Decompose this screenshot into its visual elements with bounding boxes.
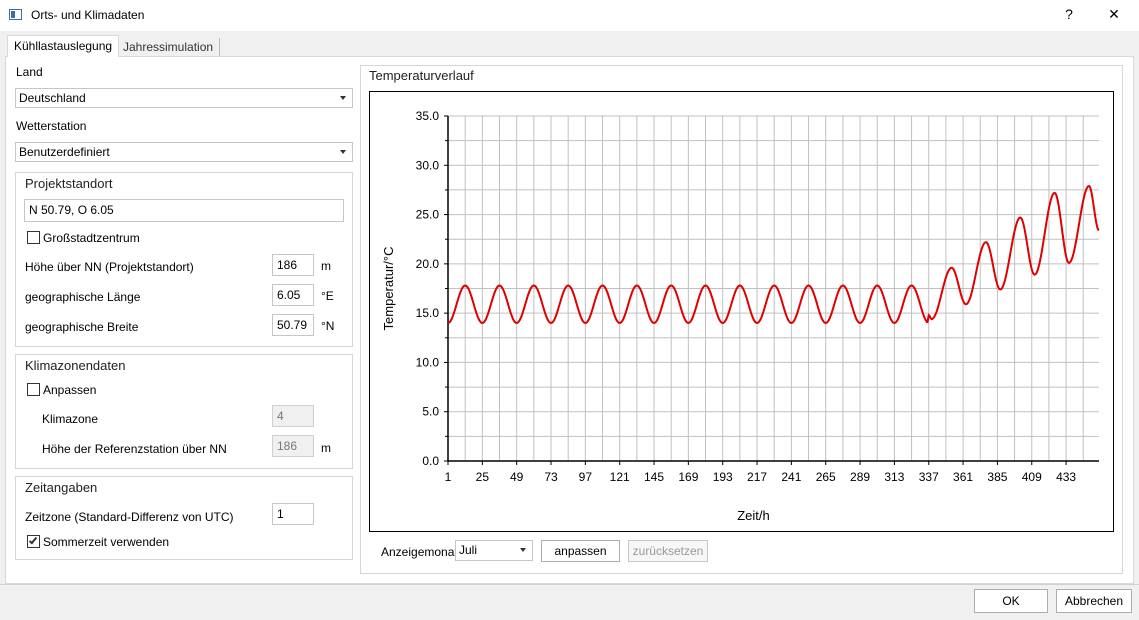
close-icon: ✕ xyxy=(1108,6,1120,22)
anzeigemonat-label: Anzeigemonat xyxy=(381,545,458,559)
y-tick-label: 30.0 xyxy=(416,158,440,172)
grossstadt-checkbox[interactable] xyxy=(27,231,40,244)
coordinates-field[interactable]: N 50.79, O 6.05 xyxy=(24,199,344,222)
temperature-chart-svg: 0.0 5.0 10.0 15.0 20.0 25.0 30.0 35.0 1 25 49 73 97 1… xyxy=(381,109,1100,523)
refhoehe-input[interactable]: 186 xyxy=(272,435,314,457)
x-tick-label: 73 xyxy=(544,470,558,484)
anpassen-button[interactable]: anpassen xyxy=(541,540,620,562)
y-tick-label: 35.0 xyxy=(416,109,440,123)
x-axis-label: Zeit/h xyxy=(737,508,770,523)
laenge-unit: °E xyxy=(321,289,334,303)
temperaturverlauf-title: Temperaturverlauf xyxy=(369,68,474,83)
refhoehe-unit: m xyxy=(321,441,331,455)
hoehe-unit: m xyxy=(321,259,331,273)
wetterstation-select-value: Benutzerdefiniert xyxy=(19,145,110,159)
wetterstation-select[interactable]: Benutzerdefiniert xyxy=(15,142,353,162)
x-tick-label: 241 xyxy=(781,470,801,484)
breite-input[interactable]: 50.79 xyxy=(272,314,314,336)
zeitangaben-title: Zeitangaben xyxy=(25,480,98,495)
x-tick-label: 193 xyxy=(713,470,733,484)
window-title: Orts- und Klimadaten xyxy=(31,8,145,22)
close-button[interactable]: ✕ xyxy=(1103,6,1125,23)
x-tick-label: 169 xyxy=(678,470,698,484)
chevron-down-icon xyxy=(520,548,526,552)
hoehe-input[interactable]: 186 xyxy=(272,254,314,276)
x-tick-label: 145 xyxy=(644,470,664,484)
anzeigemonat-value: Juli xyxy=(459,543,478,557)
grossstadt-label: Großstadtzentrum xyxy=(43,231,140,245)
anpassen-label: Anpassen xyxy=(43,383,97,397)
sommerzeit-label: Sommerzeit verwenden xyxy=(43,535,170,549)
y-tick-label: 20.0 xyxy=(416,257,440,271)
check-icon xyxy=(28,535,38,545)
y-tick-label: 10.0 xyxy=(416,355,440,369)
laenge-label: geographische Länge xyxy=(25,290,141,304)
klimazone-input[interactable]: 4 xyxy=(272,405,314,427)
x-tick-label: 25 xyxy=(476,470,490,484)
hoehe-label: Höhe über NN (Projektstandort) xyxy=(25,260,194,274)
breite-label: geographische Breite xyxy=(25,320,139,334)
x-tick-label: 385 xyxy=(987,470,1007,484)
x-tick-label: 1 xyxy=(445,470,452,484)
x-tick-label: 289 xyxy=(850,470,870,484)
y-tick-label: 0.0 xyxy=(422,454,439,468)
land-select[interactable]: Deutschland xyxy=(15,88,353,108)
x-tick-label: 121 xyxy=(610,470,630,484)
land-select-value: Deutschland xyxy=(19,91,86,105)
x-tick-label: 361 xyxy=(953,470,973,484)
zeitzone-input[interactable]: 1 xyxy=(272,503,314,525)
x-tick-label: 337 xyxy=(919,470,939,484)
tab-jahressimulation[interactable]: Jahressimulation xyxy=(117,38,221,56)
ok-button[interactable]: OK xyxy=(974,589,1048,613)
x-tick-label: 49 xyxy=(510,470,524,484)
x-tick-label: 265 xyxy=(816,470,836,484)
chevron-down-icon xyxy=(340,96,346,100)
title-bar xyxy=(0,0,1139,31)
wetterstation-label: Wetterstation xyxy=(16,119,87,133)
y-tick-label: 5.0 xyxy=(422,405,439,419)
cancel-button[interactable]: Abbrechen xyxy=(1056,589,1132,613)
laenge-input[interactable]: 6.05 xyxy=(272,284,314,306)
zuruecksetzen-button[interactable]: zurücksetzen xyxy=(628,540,708,562)
y-axis-label: Temperatur/°C xyxy=(381,247,396,331)
anpassen-checkbox[interactable] xyxy=(27,383,40,396)
x-tick-label: 97 xyxy=(579,470,593,484)
y-tick-label: 25.0 xyxy=(416,208,440,222)
temperature-chart: 0.0 5.0 10.0 15.0 20.0 25.0 30.0 35.0 1 25 49 73 97 1… xyxy=(369,91,1114,532)
sommerzeit-checkbox[interactable] xyxy=(27,535,40,548)
breite-unit: °N xyxy=(321,319,335,333)
projektstandort-title: Projektstandort xyxy=(25,176,113,191)
chevron-down-icon xyxy=(340,150,346,154)
land-label: Land xyxy=(16,65,43,79)
y-tick-label: 15.0 xyxy=(416,306,440,320)
x-tick-label: 409 xyxy=(1022,470,1042,484)
zeitzone-label: Zeitzone (Standard-Differenz von UTC) xyxy=(25,510,234,524)
footer-divider xyxy=(0,584,1139,585)
x-tick-label: 313 xyxy=(884,470,904,484)
help-button[interactable]: ? xyxy=(1058,6,1080,22)
tab-kuehllastauslegung[interactable]: Kühllastauslegung xyxy=(7,35,120,57)
x-tick-label: 217 xyxy=(747,470,767,484)
klimazonendaten-title: Klimazonendaten xyxy=(25,358,126,373)
klimazone-label: Klimazone xyxy=(42,412,99,426)
refhoehe-label: Höhe der Referenzstation über NN xyxy=(42,442,227,456)
anzeigemonat-select[interactable]: Juli xyxy=(455,540,533,561)
temperature-series-line xyxy=(447,184,1100,325)
x-tick-label: 433 xyxy=(1056,470,1076,484)
window-icon xyxy=(9,9,22,20)
